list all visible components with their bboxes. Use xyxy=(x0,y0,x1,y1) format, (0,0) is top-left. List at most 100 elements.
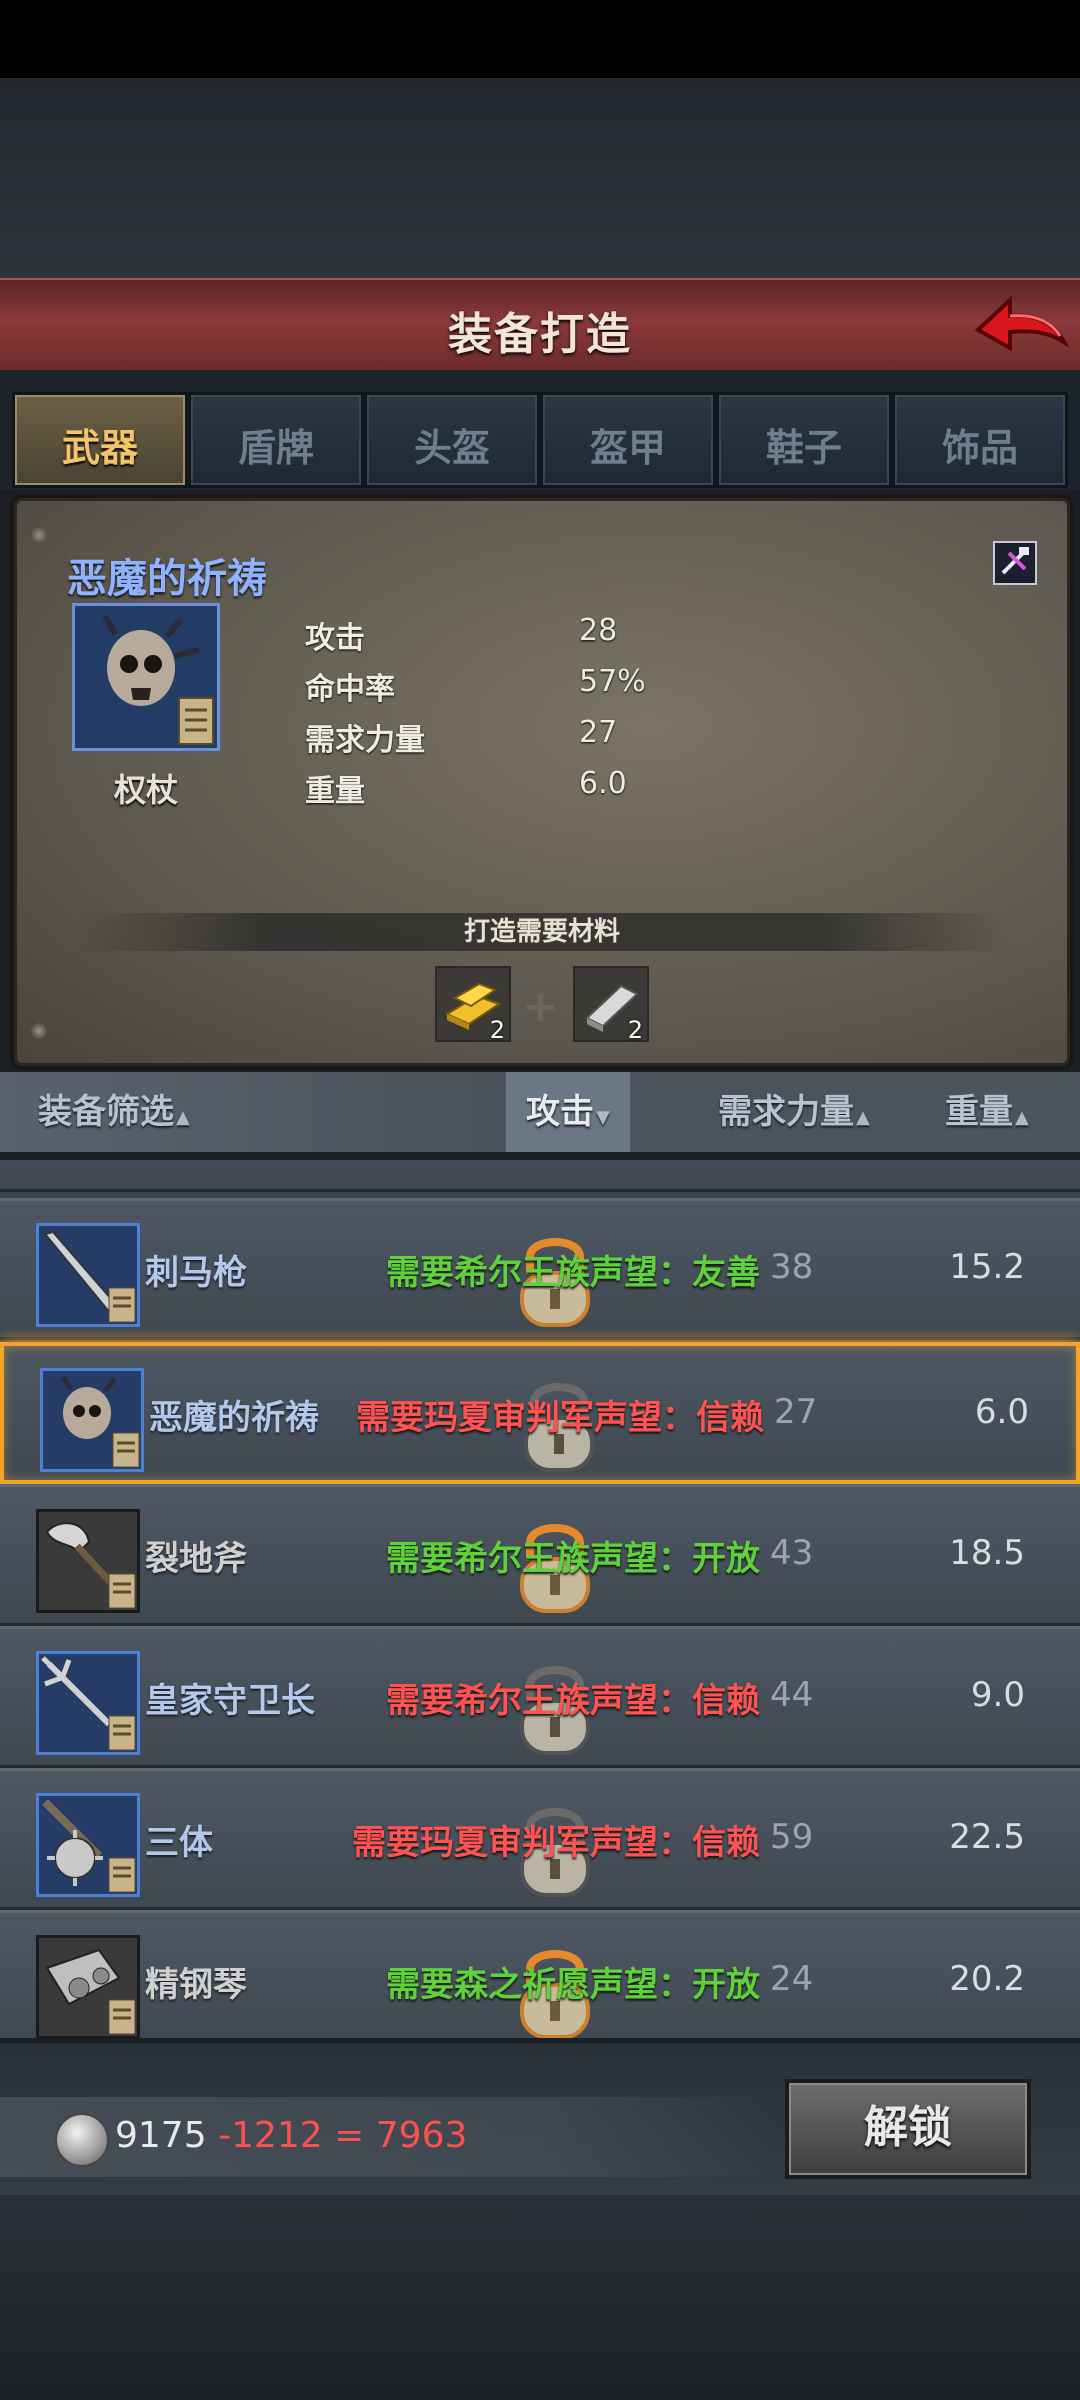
tab-weapon[interactable]: 武器 xyxy=(12,392,188,488)
equals-sign: = xyxy=(334,2115,365,2156)
item-name: 皇家守卫长 xyxy=(145,1681,315,1721)
caret-up-icon: ▲ xyxy=(1015,1107,1029,1128)
list-item[interactable]: 精钢琴 需要森之祈愿声望：开放 24 20.2 xyxy=(0,1910,1080,2038)
list-item[interactable]: 三体 需要玛夏审判军声望：信赖 59 22.5 xyxy=(0,1768,1080,1910)
stat-label-attack: 攻击 xyxy=(305,621,365,656)
item-strength: 44 xyxy=(770,1675,814,1715)
list-item[interactable]: 刺马枪 需要希尔王族声望：友善 38 15.2 xyxy=(0,1198,1080,1340)
tab-shield[interactable]: 盾牌 xyxy=(188,392,364,488)
item-name: 三体 xyxy=(145,1823,213,1863)
sort-weight-label: 重量 xyxy=(945,1092,1013,1132)
unlock-button[interactable]: 解锁 xyxy=(785,2079,1031,2179)
stat-value-hit-rate: 57% xyxy=(579,664,646,699)
stat-label-weight: 重量 xyxy=(305,774,365,809)
reputation-requirement: 需要希尔王族声望：信赖 xyxy=(386,1681,760,1721)
stat-value-weight: 6.0 xyxy=(579,766,627,801)
back-arrow-icon xyxy=(974,295,1070,352)
item-weight: 9.0 xyxy=(970,1675,1025,1715)
tab-accessory[interactable]: 饰品 xyxy=(892,392,1068,488)
item-detail-panel: 恶魔的祈祷 权杖 攻击 28 命中率 57% 需求力量 27 重量 6.0 打造… xyxy=(14,498,1070,1066)
reputation-requirement: 需要希尔王族声望：开放 xyxy=(386,1539,760,1579)
tab-label: 饰品 xyxy=(941,426,1018,470)
caret-down-icon: ▼ xyxy=(596,1107,610,1128)
equipment-list[interactable]: 刺马枪 需要希尔王族声望：友善 38 15.2 恶魔的祈祷 需要玛夏审判军声望：… xyxy=(0,1160,1080,2038)
background-upper xyxy=(0,78,1080,278)
sort-strength-label: 需求力量 xyxy=(718,1092,854,1132)
material-count: 2 xyxy=(489,1016,505,1044)
item-strength: 59 xyxy=(770,1817,814,1857)
reputation-requirement: 需要希尔王族声望：友善 xyxy=(386,1253,760,1293)
item-weight: 18.5 xyxy=(949,1533,1025,1573)
filter-label: 装备筛选 xyxy=(38,1092,174,1132)
silver-ingot-icon[interactable]: 2 xyxy=(573,966,649,1044)
item-strength: 38 xyxy=(770,1247,814,1287)
background-lower xyxy=(0,2195,1080,2400)
header-bar: 装备打造 xyxy=(0,278,1080,375)
materials-title: 打造需要材料 xyxy=(77,913,1007,951)
tab-label: 盔甲 xyxy=(589,426,666,470)
flail-icon xyxy=(36,1793,140,1897)
page-title: 装备打造 xyxy=(448,309,632,360)
reputation-requirement: 需要玛夏审判军声望：信赖 xyxy=(352,1823,760,1863)
item-name: 刺马枪 xyxy=(145,1253,247,1293)
stat-label-hit-rate: 命中率 xyxy=(305,672,395,707)
unlock-cost: -1212 xyxy=(218,2115,323,2156)
tab-armor[interactable]: 盔甲 xyxy=(540,392,716,488)
tab-helmet[interactable]: 头盔 xyxy=(364,392,540,488)
tab-shoes[interactable]: 鞋子 xyxy=(716,392,892,488)
list-item-selected[interactable]: 恶魔的祈祷 需要玛夏审判军声望：信赖 27 6.0 xyxy=(0,1342,1080,1484)
caret-up-icon: ▲ xyxy=(856,1107,870,1128)
silver-coin-icon xyxy=(55,2113,109,2167)
item-name: 裂地斧 xyxy=(145,1539,247,1579)
tab-label: 鞋子 xyxy=(765,426,842,470)
filter-button[interactable]: 装备筛选 ▲ xyxy=(38,1072,190,1152)
trident-icon xyxy=(36,1651,140,1755)
item-name: 精钢琴 xyxy=(145,1965,247,2005)
skull-scepter-icon xyxy=(72,603,220,751)
spear-icon xyxy=(36,1223,140,1327)
item-strength: 27 xyxy=(774,1392,818,1432)
stat-value-strength: 27 xyxy=(579,715,618,750)
material-count: 2 xyxy=(627,1016,643,1044)
gold-ingot-icon[interactable]: 2 xyxy=(435,966,511,1044)
crafting-icon[interactable] xyxy=(993,541,1037,585)
stat-value-attack: 28 xyxy=(579,613,618,648)
skull-scepter-icon xyxy=(40,1368,144,1472)
sort-attack-label: 攻击 xyxy=(526,1092,594,1132)
status-bar xyxy=(0,0,1080,78)
list-item[interactable]: 裂地斧 需要希尔王族声望：开放 43 18.5 xyxy=(0,1484,1080,1626)
reputation-requirement: 需要玛夏审判军声望：信赖 xyxy=(356,1398,764,1438)
axe-icon xyxy=(36,1509,140,1613)
item-strength: 24 xyxy=(770,1959,814,1999)
list-item[interactable] xyxy=(0,1160,1080,1192)
back-button[interactable] xyxy=(970,286,1070,366)
item-name: 恶魔的祈祷 xyxy=(67,556,267,602)
item-strength: 43 xyxy=(770,1533,814,1573)
current-money: 9175 xyxy=(115,2115,207,2156)
currency-display: 9175 -1212 = 7963 xyxy=(0,2097,780,2177)
stat-label-strength: 需求力量 xyxy=(305,723,425,758)
reputation-requirement: 需要森之祈愿声望：开放 xyxy=(386,1965,760,2005)
sort-attack-button[interactable]: 攻击 ▼ xyxy=(506,1072,630,1152)
item-name: 恶魔的祈祷 xyxy=(149,1398,319,1438)
tab-label: 头盔 xyxy=(413,426,490,470)
sort-strength-button[interactable]: 需求力量 ▲ xyxy=(718,1072,870,1152)
tab-label: 盾牌 xyxy=(237,426,314,470)
rivet xyxy=(31,527,47,543)
footer-bar: 9175 -1212 = 7963 解锁 xyxy=(0,2040,1080,2198)
plus-icon: + xyxy=(522,981,559,1032)
sort-weight-button[interactable]: 重量 ▲ xyxy=(945,1072,1029,1152)
sort-bar: 装备筛选 ▲ 攻击 ▼ 需求力量 ▲ 重量 ▲ xyxy=(0,1072,1080,1152)
rivet xyxy=(31,1023,47,1039)
item-type: 权杖 xyxy=(113,771,178,809)
caret-up-icon: ▲ xyxy=(176,1107,190,1128)
currency-calculation: 9175 -1212 = 7963 xyxy=(115,2115,467,2156)
item-weight: 20.2 xyxy=(949,1959,1025,1999)
tab-label: 武器 xyxy=(61,426,138,470)
item-weight: 15.2 xyxy=(949,1247,1025,1287)
item-weight: 22.5 xyxy=(949,1817,1025,1857)
item-weight: 6.0 xyxy=(974,1392,1029,1432)
remaining-money: 7963 xyxy=(375,2115,468,2156)
steel-gauntlet-icon xyxy=(36,1935,140,2038)
list-item[interactable]: 皇家守卫长 需要希尔王族声望：信赖 44 9.0 xyxy=(0,1626,1080,1768)
